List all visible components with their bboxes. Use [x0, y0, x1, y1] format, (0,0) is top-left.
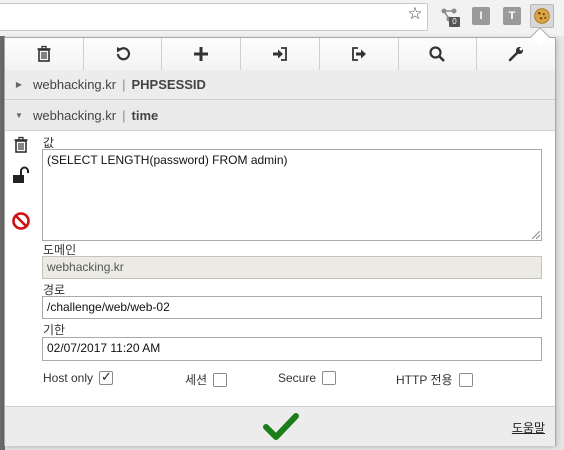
cookie-name: time [131, 107, 159, 123]
http-only-checkbox[interactable] [458, 372, 473, 387]
host-only-option: Host only [43, 369, 114, 385]
block-icon [12, 212, 30, 230]
delete-all-button[interactable] [5, 38, 84, 70]
host-only-checkbox[interactable] [99, 369, 114, 385]
protect-cookie-button[interactable] [11, 165, 31, 185]
session-label: 세션 [185, 373, 208, 387]
delete-cookie-button[interactable] [11, 135, 31, 155]
domain-field: webhacking.kr [42, 256, 542, 279]
expiry-value: 02/07/2017 11:20 AM [47, 341, 161, 355]
http-only-label: HTTP 전용 [396, 373, 453, 387]
secure-checkbox[interactable] [322, 371, 337, 385]
session-checkbox[interactable] [213, 372, 228, 387]
reset-button[interactable] [83, 38, 163, 70]
expiry-field[interactable]: 02/07/2017 11:20 AM [42, 337, 542, 361]
http-only-option: HTTP 전용 [396, 371, 473, 388]
cookie-name: PHPSESSID [131, 77, 206, 92]
trash-icon [14, 136, 28, 153]
search-icon [429, 46, 446, 62]
export-button[interactable] [319, 38, 399, 70]
search-button[interactable] [398, 38, 478, 70]
expiry-label: 기한 [43, 323, 66, 337]
help-link[interactable]: 도움말 [512, 419, 545, 436]
cookie-editor-popup: ▶ webhacking.kr | PHPSESSID ▼ webhacking… [4, 37, 556, 446]
path-value: /challenge/web/web-02 [47, 300, 170, 314]
browser-toolbar: ☆ 0 I T [0, 0, 564, 36]
domain-value: webhacking.kr [47, 260, 124, 274]
submit-button[interactable] [263, 412, 299, 442]
popup-footer: 도움말 [5, 406, 555, 446]
checkmark-icon [263, 413, 299, 440]
block-cookie-button[interactable] [11, 211, 31, 231]
host-only-label: Host only [43, 371, 94, 385]
extension-badge: 0 [449, 17, 460, 27]
wrench-icon [508, 46, 524, 62]
cookie-row-time[interactable]: ▼ webhacking.kr | time [5, 100, 555, 131]
path-field[interactable]: /challenge/web/web-02 [42, 296, 542, 319]
undo-icon [116, 47, 130, 61]
session-option: 세션 [185, 371, 228, 388]
import-button[interactable] [241, 38, 320, 70]
popup-toolbar [5, 38, 556, 70]
background-page-edge-right [556, 36, 564, 450]
plus-icon [194, 47, 209, 61]
cookie-domain: webhacking.kr [33, 107, 117, 123]
collapsed-triangle-icon: ▶ [15, 80, 23, 89]
bookmark-star-icon[interactable]: ☆ [405, 4, 425, 24]
cookie-icon [534, 8, 550, 24]
address-bar[interactable] [0, 3, 428, 31]
cookie-domain: webhacking.kr [33, 77, 117, 92]
export-icon [351, 47, 366, 61]
cookie-separator: | [122, 77, 126, 92]
cookie-extension-button[interactable] [530, 4, 554, 28]
secure-label: Secure [278, 371, 317, 385]
add-cookie-button[interactable] [162, 38, 242, 70]
extension-i-button[interactable]: I [472, 7, 490, 25]
expanded-triangle-icon: ▼ [15, 110, 23, 120]
import-icon [273, 47, 287, 61]
cookie-row-phpsessid[interactable]: ▶ webhacking.kr | PHPSESSID [5, 70, 555, 100]
trash-icon [37, 45, 51, 62]
secure-option: Secure [278, 371, 337, 385]
extension-share-icon[interactable]: 0 [440, 7, 460, 27]
resize-handle-icon[interactable] [532, 231, 540, 239]
value-textarea[interactable]: (SELECT LENGTH(password) FROM admin) [42, 149, 542, 241]
cookie-separator: | [122, 107, 126, 123]
cookie-editor-form: 값 (SELECT LENGTH(password) FROM admin) 도… [5, 131, 555, 408]
value-text: (SELECT LENGTH(password) FROM admin) [47, 153, 288, 167]
unlock-icon [13, 166, 29, 183]
extension-t-button[interactable]: T [503, 7, 521, 25]
